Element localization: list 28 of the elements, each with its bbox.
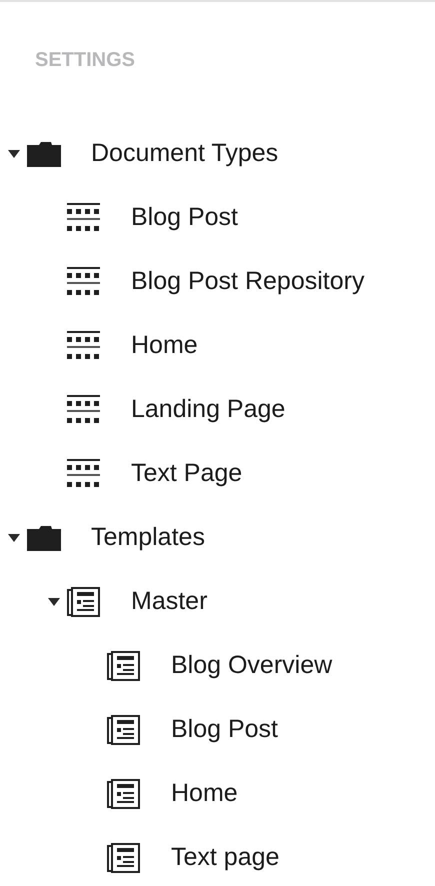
tree-item[interactable]: Document Types — [91, 135, 278, 173]
caret-icon[interactable] — [8, 534, 20, 542]
grid-icon — [67, 267, 101, 297]
document-icon — [67, 587, 101, 617]
document-icon — [107, 843, 141, 873]
caret-icon[interactable] — [8, 150, 20, 158]
tree-item[interactable]: Home — [171, 775, 238, 813]
document-icon — [107, 779, 141, 809]
tree-item[interactable]: Blog Post — [171, 711, 278, 749]
document-icon — [107, 651, 141, 681]
section-title: SETTINGS — [34, 48, 136, 73]
tree-item[interactable]: Templates — [91, 519, 205, 557]
folder-icon — [27, 525, 61, 551]
folder-icon — [27, 141, 61, 167]
tree-item[interactable]: Landing Page — [131, 391, 286, 429]
tree-item[interactable]: Blog Overview — [171, 647, 332, 685]
tree-item[interactable]: Text Page — [131, 455, 242, 493]
caret-icon[interactable] — [48, 598, 60, 606]
grid-icon — [67, 331, 101, 361]
document-icon — [107, 715, 141, 745]
grid-icon — [67, 395, 101, 425]
tree-item[interactable]: Home — [131, 327, 198, 365]
tree-item[interactable]: Blog Post Repository — [131, 263, 364, 301]
tree-item[interactable]: Blog Post — [131, 199, 238, 237]
tree-item[interactable]: Master — [131, 583, 208, 621]
grid-icon — [67, 459, 101, 489]
grid-icon — [67, 203, 101, 233]
tree-item[interactable]: Text page — [171, 839, 280, 877]
